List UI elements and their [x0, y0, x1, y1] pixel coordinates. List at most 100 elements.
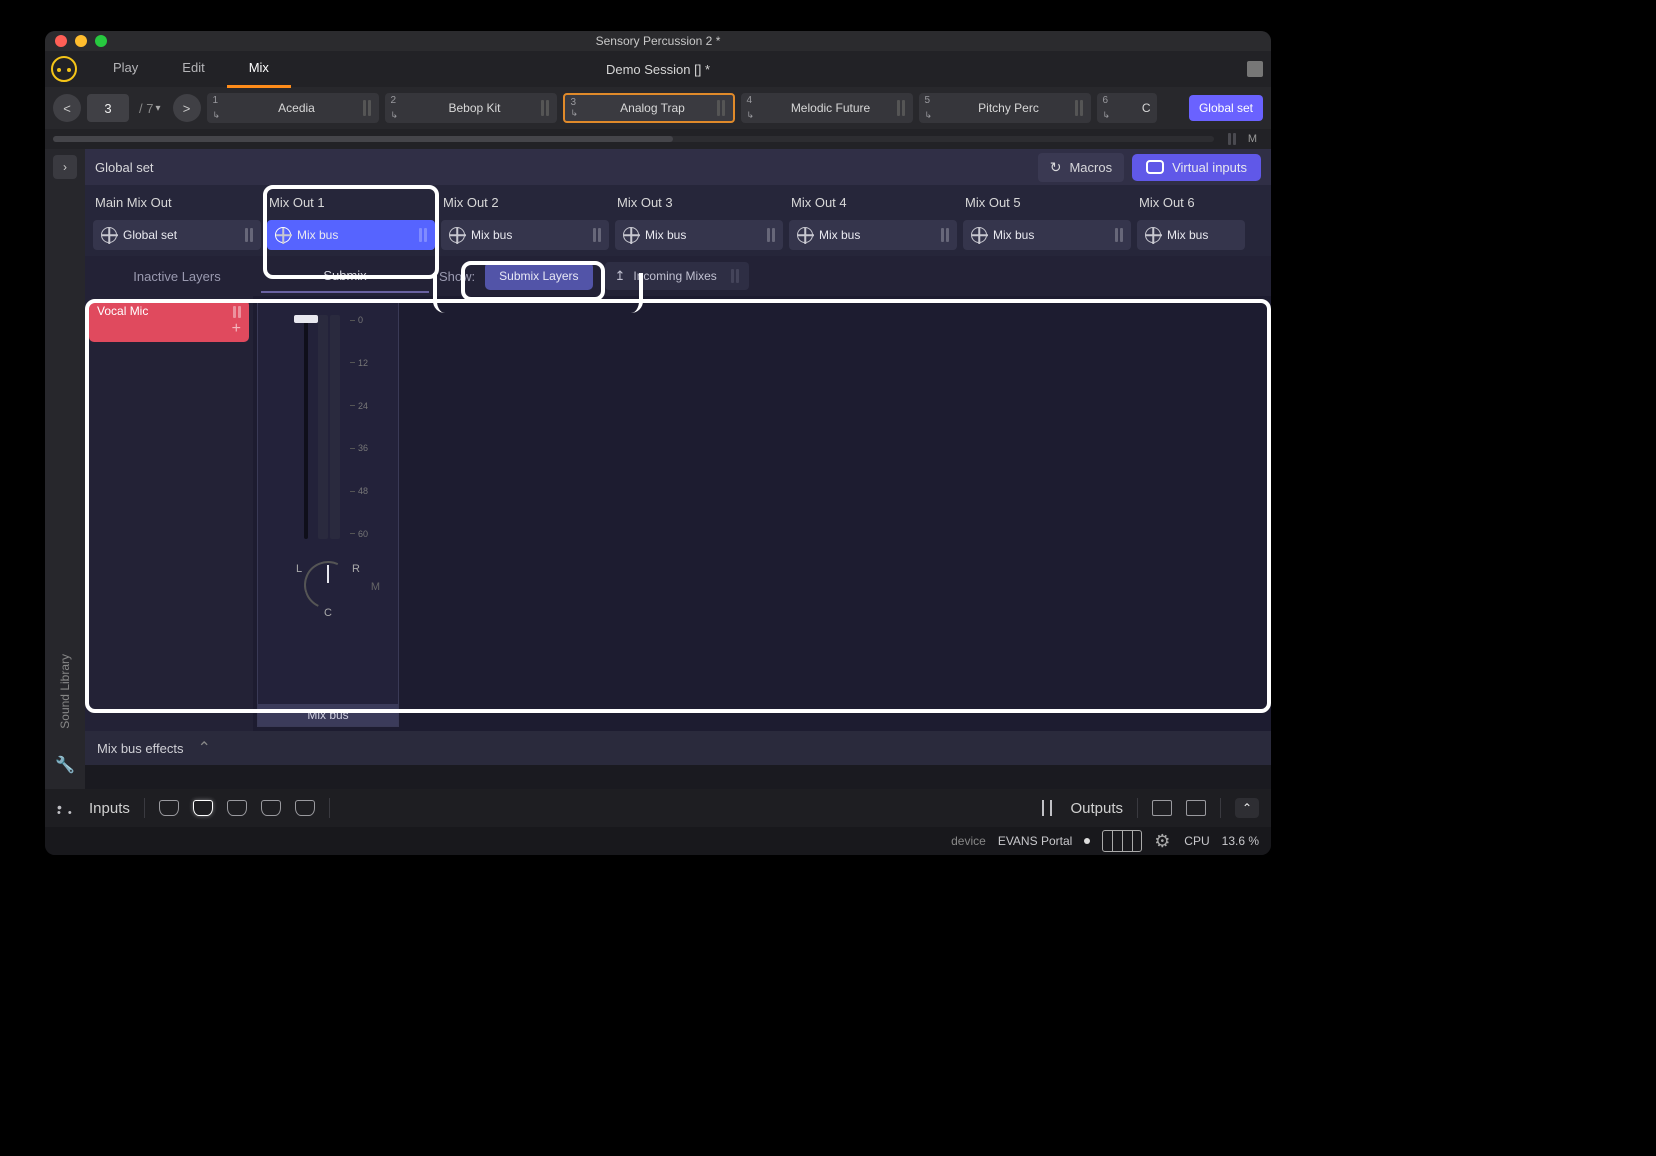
gear-icon[interactable]: [1154, 832, 1172, 850]
layer-label: Vocal Mic: [97, 304, 241, 318]
kit-name: Bebop Kit: [409, 101, 541, 115]
inputs-label[interactable]: Inputs: [89, 800, 130, 817]
maximize-icon[interactable]: [95, 35, 107, 47]
scale-tick: 0: [350, 315, 368, 325]
route-icon-2[interactable]: [1186, 800, 1206, 816]
mixout-title: Mix Out 5: [963, 191, 1131, 214]
inputs-icon[interactable]: [57, 799, 75, 817]
sound-library-label[interactable]: Sound Library: [58, 654, 72, 729]
mix-main: Global set ↻ Macros Virtual inputs Main …: [85, 149, 1271, 789]
mixout-bus-chip[interactable]: Mix bus: [267, 220, 435, 250]
fader-handle[interactable]: [294, 315, 318, 323]
mixout-main[interactable]: Main Mix Out Global set: [93, 191, 261, 250]
mute-label[interactable]: M: [371, 581, 380, 593]
drum-input-3-icon[interactable]: [227, 800, 247, 816]
tab-edit[interactable]: Edit: [160, 50, 226, 88]
drum-input-4-icon[interactable]: [261, 800, 281, 816]
tab-submix[interactable]: Submix: [261, 260, 429, 293]
mixout-bus-chip[interactable]: Mix bus: [789, 220, 957, 250]
m-label[interactable]: M: [1242, 133, 1263, 145]
mixout-bus-chip[interactable]: Mix bus: [441, 220, 609, 250]
pan-knob[interactable]: L R C M: [298, 559, 358, 615]
drum-input-5-icon[interactable]: [295, 800, 315, 816]
mixout-5[interactable]: Mix Out 5 Mix bus: [963, 191, 1131, 250]
kit-number: 1: [213, 95, 219, 106]
kit-scrollbar[interactable]: [53, 136, 1214, 142]
device-name[interactable]: EVANS Portal: [998, 834, 1072, 848]
mixout-bus-chip[interactable]: Global set: [93, 220, 261, 250]
scale-tick: 48: [350, 486, 368, 496]
tab-mix[interactable]: Mix: [227, 50, 291, 88]
window-controls: [55, 35, 107, 47]
close-icon[interactable]: [55, 35, 67, 47]
mixout-bus-chip[interactable]: Mix bus: [1137, 220, 1245, 250]
tab-play[interactable]: Play: [91, 50, 160, 88]
mixout-bus-label: Mix bus: [471, 228, 512, 242]
mixout-4[interactable]: Mix Out 4 Mix bus: [789, 191, 957, 250]
kit-next-button[interactable]: >: [173, 94, 201, 122]
kit-chip-6[interactable]: 6 ↳ C: [1097, 93, 1157, 123]
scale-tick: 36: [350, 443, 368, 453]
kit-chip-5[interactable]: 5 ↳ Pitchy Perc: [919, 93, 1091, 123]
kit-arrow-icon: ↳: [213, 110, 221, 121]
header-square-button[interactable]: [1247, 61, 1263, 77]
submix-fader: 0 12 24 36 48 60 L R C: [257, 300, 399, 727]
kit-name: Melodic Future: [765, 101, 897, 115]
mix-bus-effects-row[interactable]: Mix bus effects ⌃: [85, 731, 1271, 765]
scale-tick: 60: [350, 529, 368, 539]
kit-chip-4[interactable]: 4 ↳ Melodic Future: [741, 93, 913, 123]
separator: [329, 798, 330, 818]
fader-label: Mix bus: [258, 704, 398, 726]
minimize-icon[interactable]: [75, 35, 87, 47]
globe-icon: [971, 227, 987, 243]
kit-number: 2: [391, 95, 397, 106]
mixout-1[interactable]: Mix Out 1 Mix bus: [267, 191, 435, 250]
chevron-down-icon[interactable]: ▾: [155, 103, 160, 114]
level-bars-icon: [363, 100, 373, 116]
virtual-inputs-label: Virtual inputs: [1172, 160, 1247, 175]
sliders-icon[interactable]: [1038, 800, 1056, 816]
submix-layers-button[interactable]: Submix Layers: [485, 262, 592, 290]
session-name: Demo Session [] *: [606, 62, 710, 77]
mixout-bus-chip[interactable]: Mix bus: [963, 220, 1131, 250]
macros-button[interactable]: ↻ Macros: [1038, 153, 1124, 182]
expand-rail-button[interactable]: ›: [53, 155, 77, 179]
mixout-6[interactable]: Mix Out 6 Mix bus: [1137, 191, 1245, 250]
chevron-up-button[interactable]: ⌃: [1235, 798, 1259, 818]
mixout-bus-chip[interactable]: Mix bus: [615, 220, 783, 250]
drum-input-1-icon[interactable]: [159, 800, 179, 816]
mix-body: › Sound Library 🔧 Global set ↻ Macros Vi…: [45, 149, 1271, 789]
app-logo-icon[interactable]: [51, 56, 77, 82]
mixout-bus-label: Mix bus: [993, 228, 1034, 242]
chevron-up-icon[interactable]: ⌃: [197, 738, 210, 758]
kit-chip-2[interactable]: 2 ↳ Bebop Kit: [385, 93, 557, 123]
outputs-label[interactable]: Outputs: [1070, 800, 1123, 817]
vocal-mic-layer[interactable]: Vocal Mic +: [89, 300, 249, 342]
plus-icon[interactable]: +: [232, 320, 241, 338]
macros-label: Macros: [1069, 160, 1112, 175]
globe-icon: [1145, 227, 1161, 243]
global-set-button[interactable]: Global set: [1189, 95, 1263, 121]
mixout-title: Mix Out 4: [789, 191, 957, 214]
mixout-2[interactable]: Mix Out 2 Mix bus: [441, 191, 609, 250]
fader-track[interactable]: 0 12 24 36 48 60: [288, 315, 368, 549]
tab-inactive-layers[interactable]: Inactive Layers: [93, 261, 261, 292]
kit-chip-1[interactable]: 1 ↳ Acedia: [207, 93, 379, 123]
kit-page-total: / 7 ▾: [139, 101, 161, 116]
incoming-mixes-button[interactable]: ↥ Incoming Mixes: [605, 262, 749, 290]
kit-prev-button[interactable]: <: [53, 94, 81, 122]
scrollbar-thumb[interactable]: [53, 136, 673, 142]
piano-icon[interactable]: [1102, 830, 1142, 852]
mixout-title: Main Mix Out: [93, 191, 261, 214]
mixout-3[interactable]: Mix Out 3 Mix bus: [615, 191, 783, 250]
kit-page-current[interactable]: 3: [87, 94, 129, 122]
kit-chip-3[interactable]: 3 ↳ Analog Trap: [563, 93, 735, 123]
route-icon-1[interactable]: [1152, 800, 1172, 816]
level-bars-icon: [717, 100, 727, 116]
wrench-icon[interactable]: 🔧: [55, 755, 75, 775]
virtual-inputs-button[interactable]: Virtual inputs: [1132, 154, 1261, 181]
level-bars-icon: [767, 228, 775, 242]
drum-input-2-icon[interactable]: [193, 800, 213, 816]
kit-name: Analog Trap: [589, 101, 717, 115]
submix-area: Vocal Mic + 0: [85, 296, 1271, 731]
